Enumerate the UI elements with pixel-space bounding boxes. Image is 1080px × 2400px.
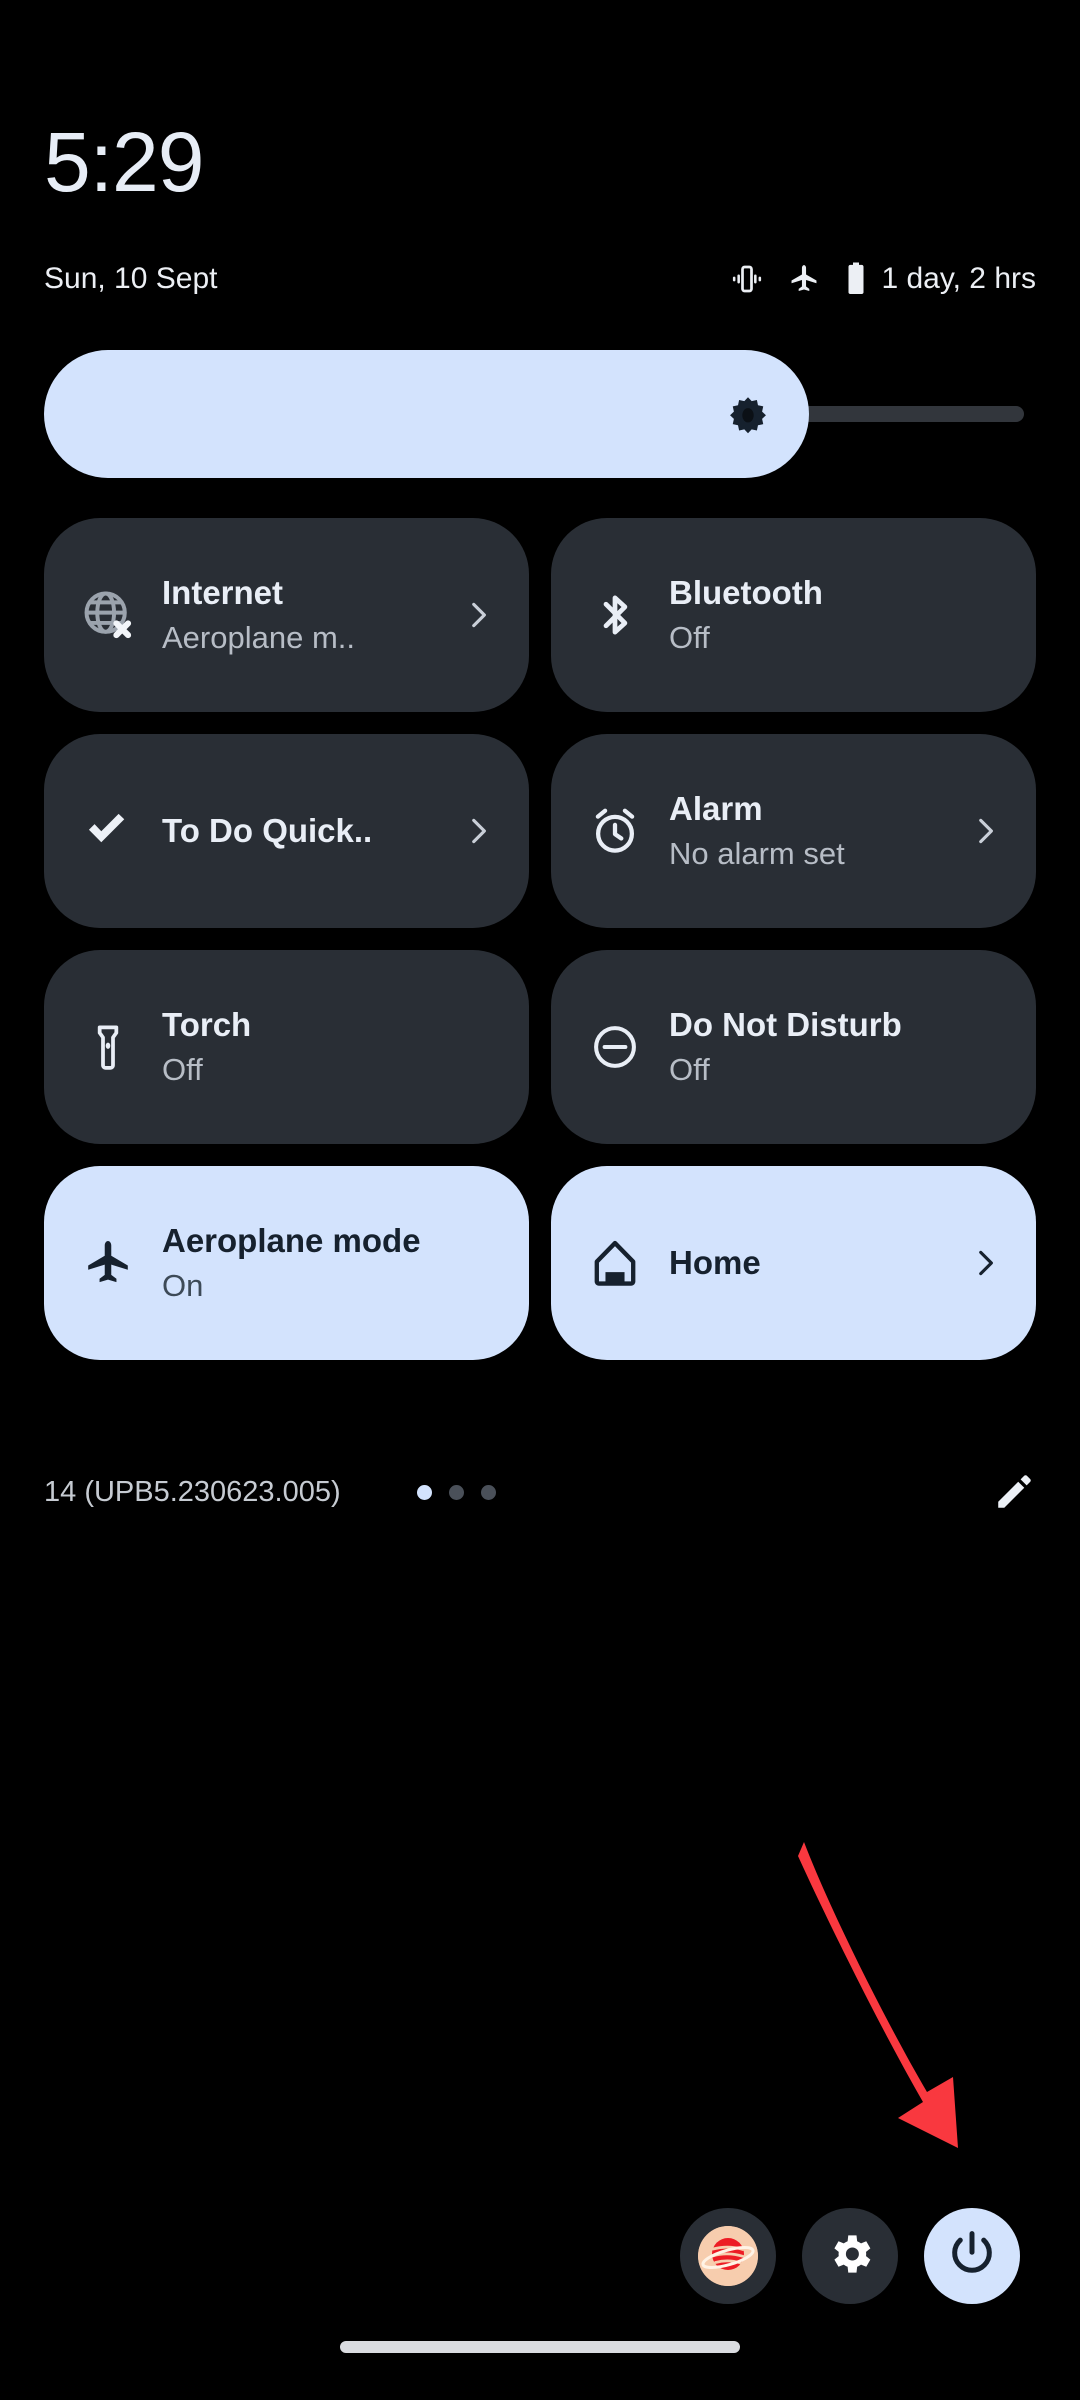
tile-subtitle: Aeroplane m.. [162, 620, 355, 655]
tile-home-text: Home [669, 1241, 958, 1285]
bluetooth-icon [587, 587, 643, 643]
tile-title: Aeroplane mode [162, 1222, 421, 1259]
tile-subtitle: On [162, 1268, 204, 1303]
minus-circle-icon [587, 1019, 643, 1075]
tile-do-not-disturb-text: Do Not Disturb Off [669, 1003, 1002, 1091]
tile-home[interactable]: Home [551, 1166, 1036, 1360]
panel-footer: 14 (UPB5.230623.005) [44, 1462, 1036, 1522]
battery-icon [843, 261, 869, 297]
tile-todo-quick[interactable]: To Do Quick.. [44, 734, 529, 928]
tile-do-not-disturb[interactable]: Do Not Disturb Off [551, 950, 1036, 1144]
checkmark-icon [80, 803, 136, 859]
alarm-clock-icon [587, 803, 643, 859]
page-indicator [416, 1484, 496, 1500]
tile-title: Alarm [669, 790, 763, 827]
bottom-button-row [680, 2208, 1020, 2304]
power-button[interactable] [924, 2208, 1020, 2304]
tile-title: Bluetooth [669, 574, 823, 611]
battery-remaining-label: 1 day, 2 hrs [881, 262, 1036, 295]
vibrate-icon [729, 261, 765, 297]
tile-title: Internet [162, 574, 284, 611]
airplane-icon [787, 262, 821, 296]
page-dot-3[interactable] [480, 1484, 496, 1500]
settings-button[interactable] [802, 2208, 898, 2304]
quick-settings-panel: 5:29 Sun, 10 Sept 1 day, 2 hrs Internet … [0, 0, 1080, 2400]
status-bar: Sun, 10 Sept 1 day, 2 hrs [44, 257, 1036, 301]
pencil-icon[interactable] [992, 1470, 1036, 1514]
tile-aeroplane-mode[interactable]: Aeroplane mode On [44, 1166, 529, 1360]
home-icon [587, 1235, 643, 1291]
power-icon [946, 2228, 998, 2285]
tile-aeroplane-mode-text: Aeroplane mode On [162, 1219, 495, 1307]
airplane-icon [80, 1235, 136, 1291]
tile-alarm-text: Alarm No alarm set [669, 787, 958, 875]
tile-internet-text: Internet Aeroplane m.. [162, 571, 451, 659]
avatar-icon [698, 2226, 758, 2286]
page-dot-2[interactable] [448, 1484, 464, 1500]
chevron-right-icon[interactable] [968, 1246, 1002, 1280]
tile-bluetooth[interactable]: Bluetooth Off [551, 518, 1036, 712]
build-number-label: 14 (UPB5.230623.005) [44, 1475, 341, 1508]
tile-bluetooth-text: Bluetooth Off [669, 571, 1002, 659]
gear-icon [824, 2228, 876, 2285]
tile-subtitle: No alarm set [669, 836, 845, 871]
tile-torch-text: Torch Off [162, 1003, 495, 1091]
tile-title: Home [669, 1244, 761, 1281]
status-date: Sun, 10 Sept [44, 262, 218, 295]
tile-subtitle: Off [669, 1052, 710, 1087]
quick-settings-tile-grid: Internet Aeroplane m.. Bluetooth Off To … [44, 518, 1036, 1360]
tile-subtitle: Off [669, 620, 710, 655]
tile-todo-quick-text: To Do Quick.. [162, 809, 451, 853]
globe-off-icon [80, 587, 136, 643]
flashlight-icon [80, 1019, 136, 1075]
tile-title: Torch [162, 1006, 252, 1043]
chevron-right-icon[interactable] [968, 814, 1002, 848]
chevron-right-icon[interactable] [461, 598, 495, 632]
brightness-icon [726, 394, 770, 438]
tile-title: To Do Quick.. [162, 812, 373, 849]
navigation-bar-handle[interactable] [340, 2341, 740, 2353]
tile-alarm[interactable]: Alarm No alarm set [551, 734, 1036, 928]
status-clock: 5:29 [44, 115, 204, 209]
user-avatar-button[interactable] [680, 2208, 776, 2304]
tile-subtitle: Off [162, 1052, 203, 1087]
tile-internet[interactable]: Internet Aeroplane m.. [44, 518, 529, 712]
brightness-slider[interactable] [44, 350, 1036, 478]
tile-title: Do Not Disturb [669, 1006, 902, 1043]
brightness-fill [44, 350, 809, 478]
tile-torch[interactable]: Torch Off [44, 950, 529, 1144]
annotation-arrow [790, 1830, 1080, 2190]
status-icon-group: 1 day, 2 hrs [729, 261, 1036, 297]
page-dot-1[interactable] [416, 1484, 432, 1500]
chevron-right-icon[interactable] [461, 814, 495, 848]
